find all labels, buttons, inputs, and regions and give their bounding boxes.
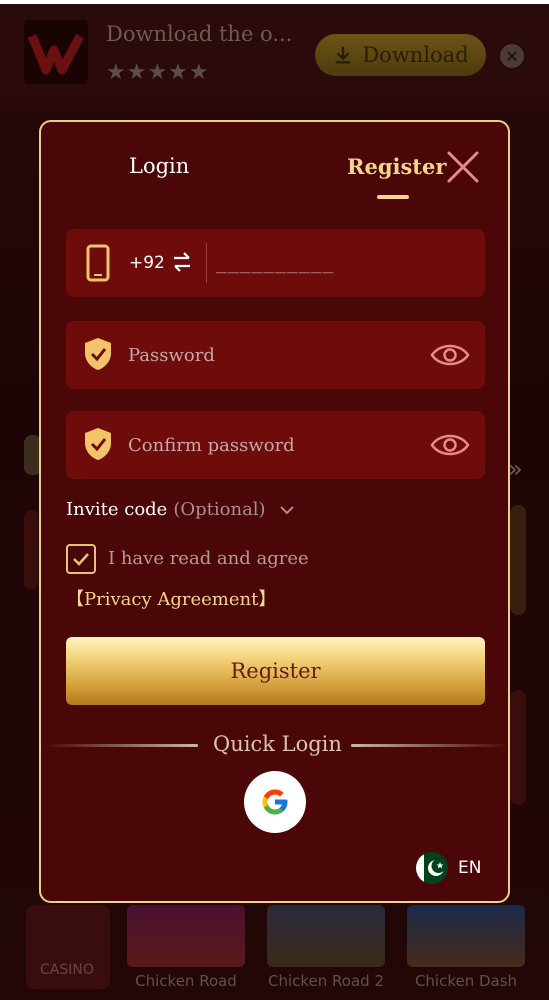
agree-text: I have read and agree	[108, 548, 309, 569]
register-button[interactable]: Register	[66, 637, 485, 705]
game-card-label: Chicken Road	[135, 972, 237, 990]
confirm-password-field	[66, 411, 485, 479]
language-selector[interactable]: EN	[416, 852, 481, 884]
password-field	[66, 321, 485, 389]
game-card[interactable]	[267, 905, 385, 967]
game-card[interactable]	[127, 905, 245, 967]
privacy-agreement-link[interactable]: 【Privacy Agreement】	[66, 585, 276, 611]
quick-login-divider	[45, 744, 198, 747]
shield-icon	[85, 338, 111, 370]
casino-category-label: CASINO	[40, 962, 94, 978]
phone-icon	[86, 244, 110, 282]
close-icon[interactable]	[446, 150, 480, 184]
rating-stars: ★★★★★	[106, 60, 210, 85]
chevron-down-icon	[279, 505, 294, 514]
check-icon	[73, 553, 89, 566]
swap-icon[interactable]	[172, 251, 192, 273]
app-logo	[24, 20, 88, 84]
download-banner: Download the o... ★★★★★ Download ✕	[0, 4, 549, 96]
pakistan-flag-icon	[416, 852, 448, 884]
tab-login[interactable]: Login	[129, 154, 189, 178]
confirm-password-input[interactable]	[128, 425, 418, 465]
download-button[interactable]: Download	[315, 34, 486, 76]
phone-input[interactable]	[216, 241, 471, 285]
quick-login-label: Quick Login	[213, 732, 342, 756]
agree-checkbox[interactable]	[66, 544, 96, 574]
download-label: Download	[362, 43, 469, 67]
password-input[interactable]	[128, 335, 418, 375]
tab-register[interactable]: Register	[347, 154, 446, 179]
invite-code-optional: (Optional)	[173, 499, 266, 520]
download-icon	[336, 46, 351, 64]
game-card[interactable]	[407, 905, 525, 967]
shield-icon	[85, 428, 111, 460]
language-code: EN	[458, 858, 482, 878]
invite-code-toggle[interactable]: Invite code (Optional)	[66, 499, 294, 520]
scroll-arrows-icon[interactable]: »	[508, 455, 523, 483]
invite-code-label: Invite code	[66, 499, 168, 520]
game-card-label: Chicken Dash	[414, 972, 518, 990]
google-login-button[interactable]	[244, 771, 306, 833]
banner-close-icon[interactable]: ✕	[500, 44, 524, 68]
eye-icon[interactable]	[430, 340, 470, 370]
bg-tile	[510, 505, 526, 615]
bg-tile	[510, 690, 526, 805]
game-card-label: Chicken Road 2	[267, 972, 384, 990]
register-modal: Login Register +92 __________ Invite cod…	[39, 120, 510, 903]
quick-login-divider	[351, 744, 508, 747]
field-divider	[206, 243, 207, 283]
eye-icon[interactable]	[430, 430, 470, 460]
banner-text: Download the o...	[106, 22, 293, 46]
bg-tile	[24, 510, 38, 590]
active-tab-indicator	[377, 195, 409, 199]
country-code[interactable]: +92	[129, 253, 165, 273]
phone-field: +92	[66, 229, 485, 297]
google-icon	[262, 789, 288, 815]
